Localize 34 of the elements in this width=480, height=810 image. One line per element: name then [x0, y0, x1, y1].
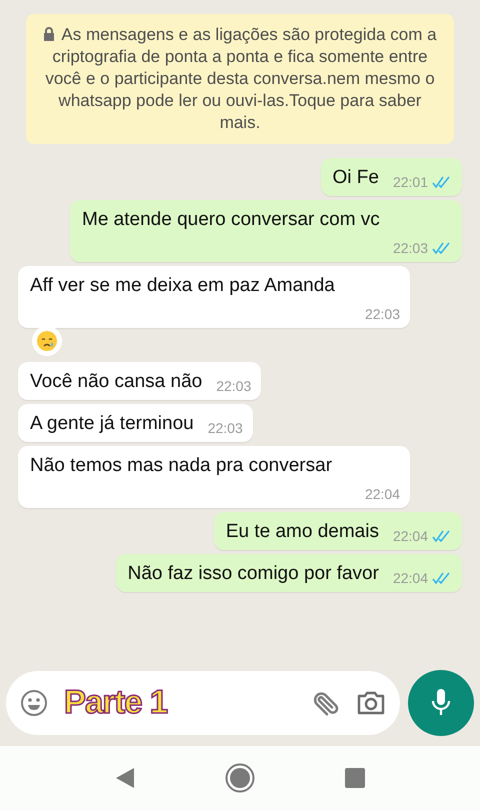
caption-overlay: Parte 1 — [64, 683, 168, 721]
message-bubble[interactable]: Não faz isso comigo por favor 22:04 — [116, 554, 462, 592]
message-text: A gente já terminou — [30, 412, 194, 436]
reaction-badge[interactable] — [32, 326, 62, 356]
message-time: 22:03 — [364, 306, 400, 322]
message-text: Não faz isso comigo por favor — [128, 562, 379, 586]
camera-icon[interactable] — [356, 689, 386, 717]
message-bubble[interactable]: Me atende quero conversar com vc 22:03 — [70, 200, 462, 262]
message-bubble[interactable]: A gente já terminou 22:03 — [18, 404, 253, 442]
message-time: 22:04 — [392, 570, 428, 586]
message-time: 22:01 — [392, 174, 428, 190]
crying-face-icon — [36, 330, 58, 352]
lock-icon — [43, 27, 56, 41]
message-time: 22:04 — [364, 486, 400, 502]
message-text: Oi Fe — [332, 166, 379, 190]
message-bubble[interactable]: Não temos mas nada pra conversar 22:04 — [18, 446, 410, 508]
message-text: Eu te amo demais — [226, 520, 379, 544]
message-time: 22:03 — [208, 420, 243, 436]
microphone-icon — [430, 688, 452, 718]
encryption-notice[interactable]: As mensagens e as ligações são protegida com a criptografia de ponta a ponta e fica somente entre você e o participante desta conversa.nem mesmo o whatsapp pode ler ou ouvi-las.Toque para saber mais. — [26, 14, 454, 144]
message-bubble[interactable]: Você não cansa não 22:03 — [18, 362, 262, 400]
message-text: Você não cansa não — [30, 370, 202, 394]
message-bubble[interactable]: Eu te amo demais 22:04 — [214, 512, 462, 550]
back-button[interactable] — [115, 767, 135, 789]
home-button[interactable] — [225, 763, 255, 793]
message-text: Aff ver se me deixa em paz Amanda — [30, 274, 336, 298]
message-time: 22:03 — [392, 240, 428, 256]
message-bubble[interactable]: Oi Fe 22:01 — [320, 158, 462, 196]
message-text: Não temos mas nada pra conversar — [30, 454, 334, 478]
message-bubble[interactable]: Aff ver se me deixa em paz Amanda 22:03 — [18, 266, 410, 328]
smiley-icon[interactable] — [20, 689, 48, 717]
message-time: 22:04 — [392, 528, 428, 544]
message-time: 22:03 — [216, 378, 252, 394]
message-text: Me atende quero conversar com vc — [82, 208, 381, 232]
